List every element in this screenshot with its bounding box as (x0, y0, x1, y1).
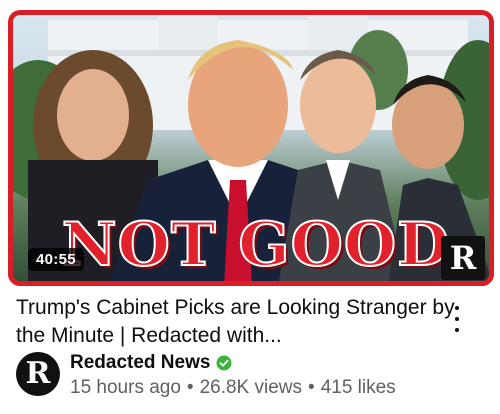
video-title[interactable]: Trump's Cabinet Picks are Looking Strang… (16, 294, 456, 350)
more-dot (455, 328, 459, 332)
view-count: 26.8K views (199, 377, 303, 398)
channel-line: Redacted News (70, 352, 232, 374)
stats-separator: • (308, 377, 315, 398)
upload-age: 15 hours ago (70, 377, 181, 398)
more-dot (455, 317, 459, 321)
stats-line: 15 hours ago • 26.8K views • 415 likes (70, 377, 396, 399)
video-card[interactable]: NOT GOOD R 40:55 Trump's Cabinet Picks a… (0, 0, 500, 414)
duration-badge: 40:55 (28, 248, 84, 271)
check-badge-icon (216, 355, 232, 371)
video-thumbnail[interactable]: NOT GOOD R 40:55 (8, 10, 494, 286)
more-vert-icon[interactable] (446, 304, 468, 334)
thumbnail-logo: R (441, 236, 485, 280)
stats-separator: • (186, 377, 194, 398)
title-row: Trump's Cabinet Picks are Looking Strang… (16, 294, 456, 350)
channel-name[interactable]: Redacted News (70, 352, 210, 374)
like-count: 415 likes (320, 377, 396, 398)
video-meta: R Redacted News 15 hours ago • 26.8K vie… (16, 352, 486, 400)
more-dot (455, 306, 459, 310)
channel-avatar[interactable]: R (16, 352, 60, 396)
